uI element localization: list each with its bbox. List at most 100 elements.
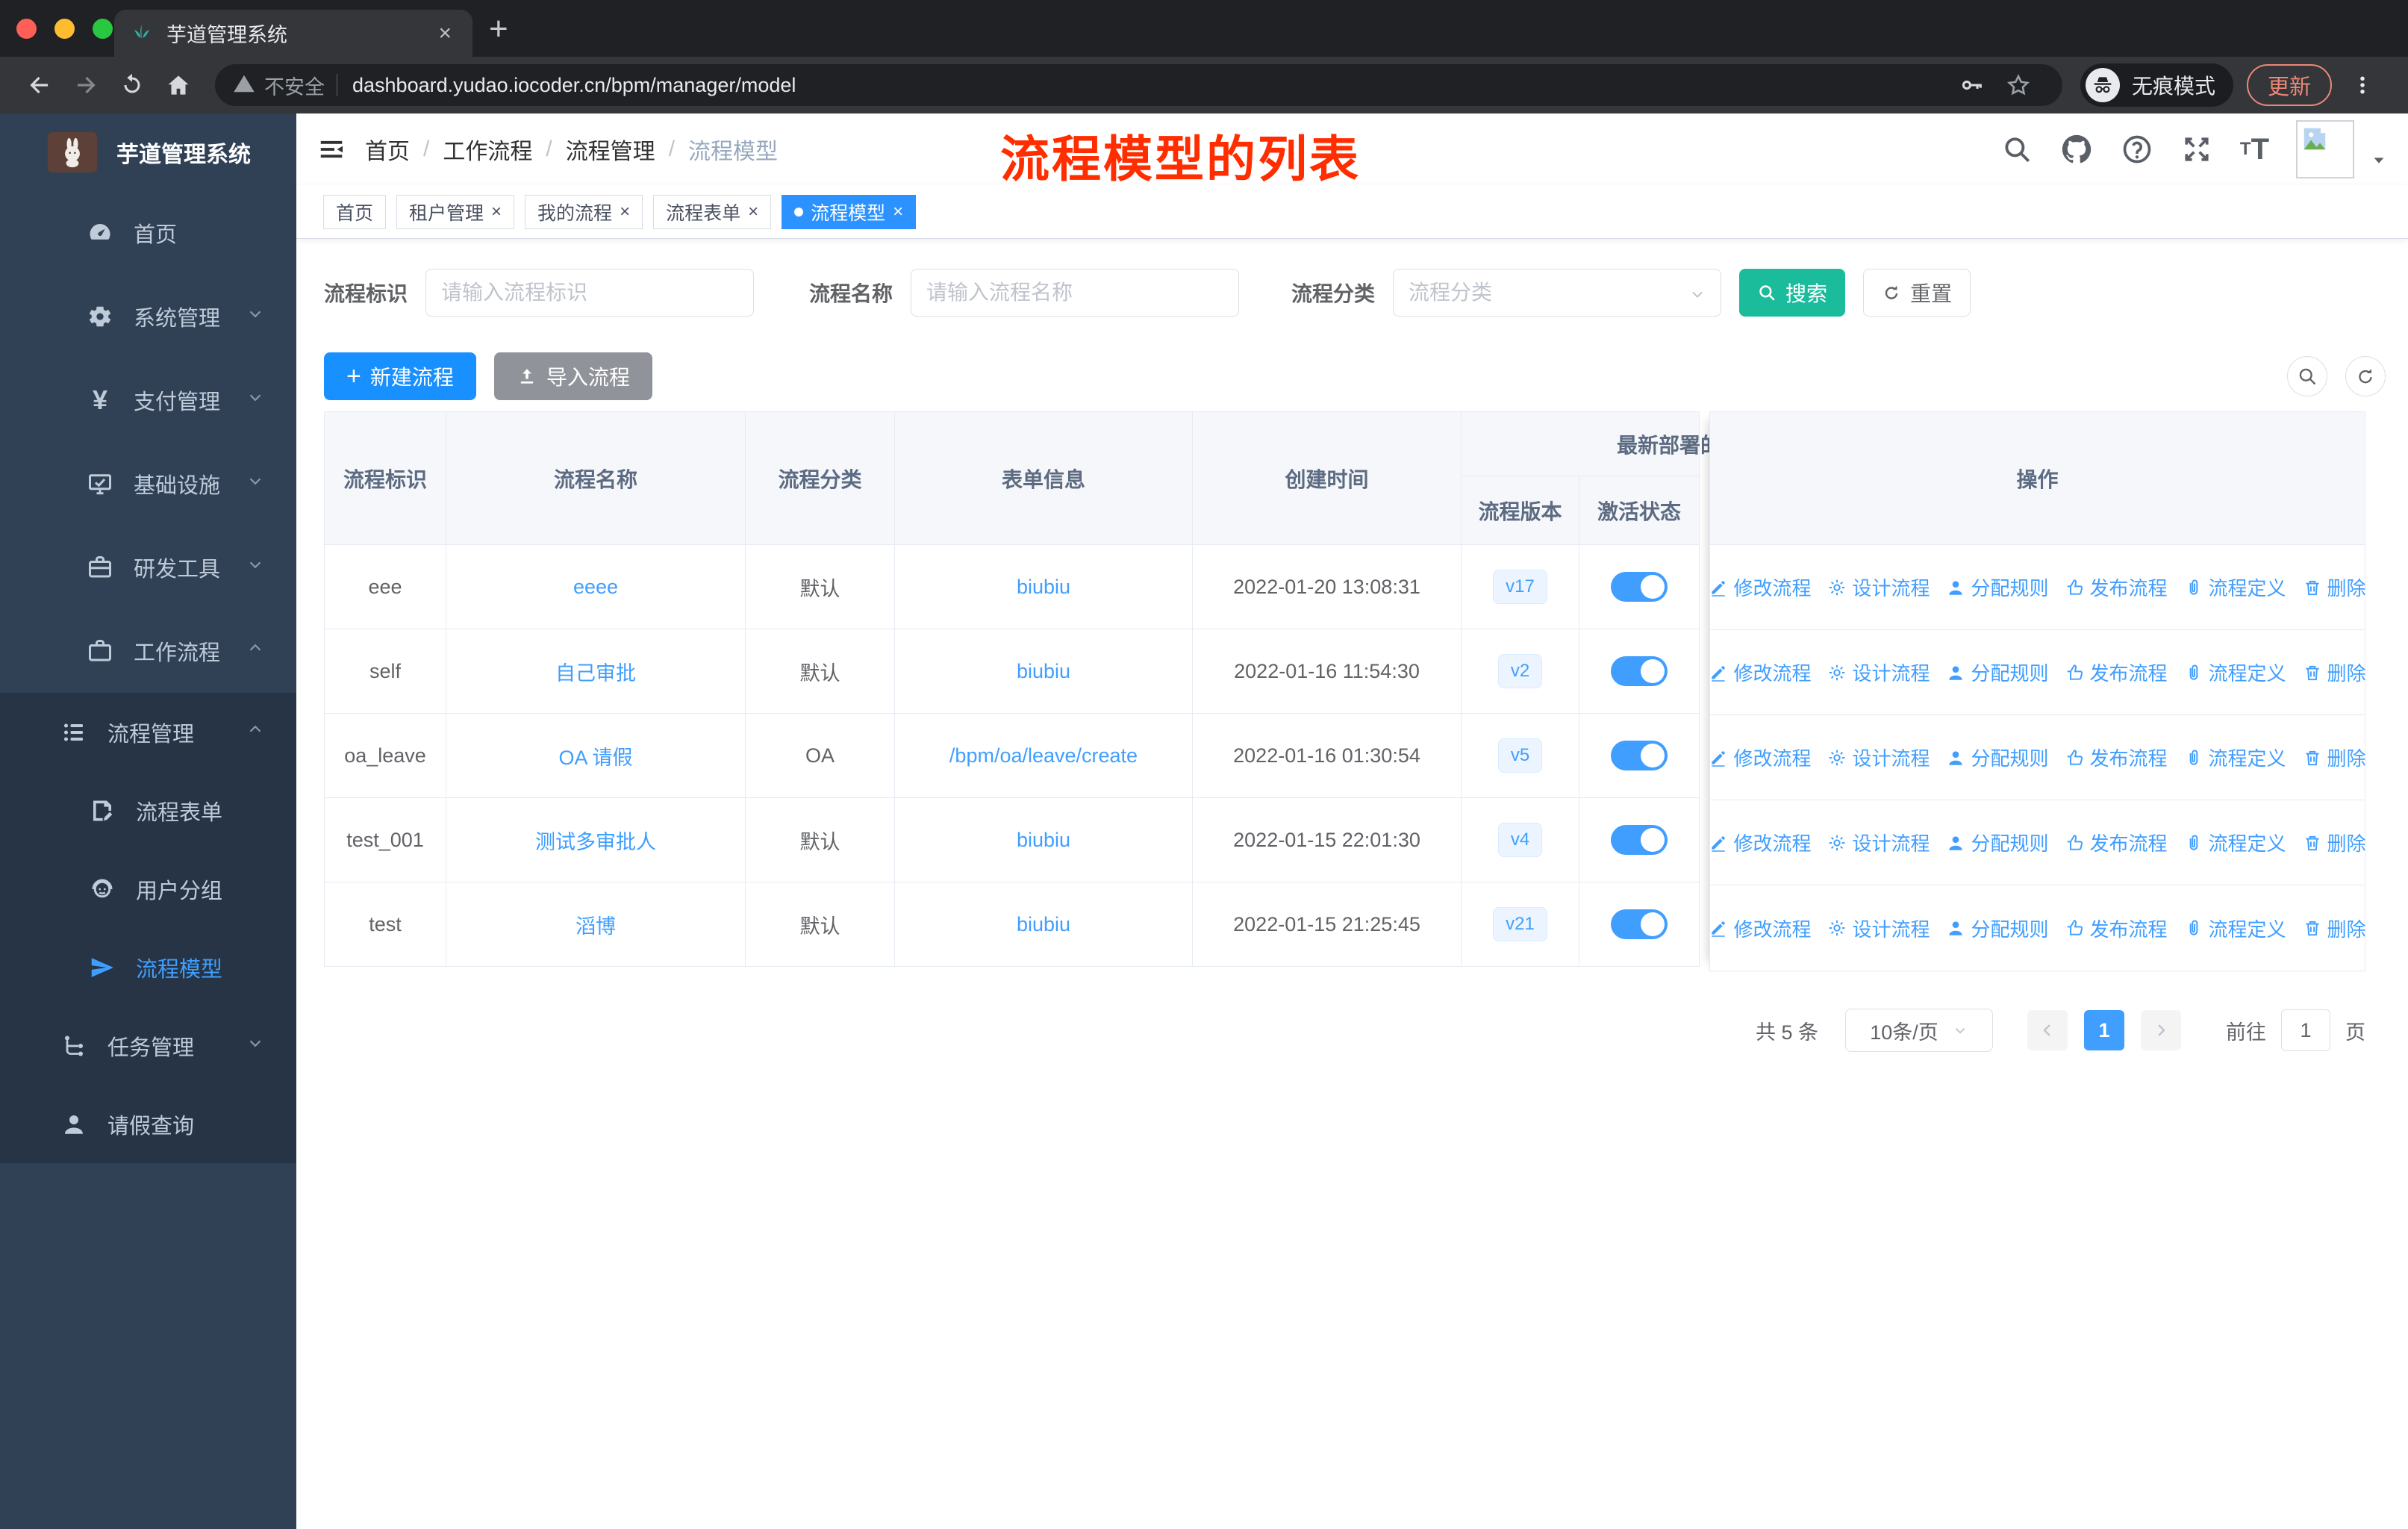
edit-action-link[interactable]: 修改流程	[1709, 829, 1811, 856]
tag-home[interactable]: 首页	[323, 194, 387, 229]
process-name-link[interactable]: 测试多审批人	[535, 831, 656, 853]
active-toggle[interactable]	[1611, 741, 1668, 770]
active-toggle[interactable]	[1611, 656, 1668, 686]
delete-action-link[interactable]: 删除	[2303, 744, 2366, 771]
edit-action-link[interactable]: 修改流程	[1709, 573, 1811, 601]
definition-action-link[interactable]: 流程定义	[2184, 658, 2286, 686]
goto-page-input[interactable]	[2281, 1009, 2330, 1051]
form-info-link[interactable]: biubiu	[1017, 660, 1070, 682]
sidebar-item-devtools[interactable]: 研发工具	[0, 526, 296, 609]
process-name-link[interactable]: 自己审批	[555, 662, 636, 685]
publish-action-link[interactable]: 发布流程	[2065, 829, 2168, 856]
sidebar-item-task-management[interactable]: 任务管理	[0, 1006, 296, 1085]
refresh-icon[interactable]	[2345, 356, 2386, 396]
close-icon[interactable]: ×	[893, 202, 903, 221]
sidebar-item-infrastructure[interactable]: 基础设施	[0, 442, 296, 526]
publish-action-link[interactable]: 发布流程	[2065, 658, 2168, 686]
publish-action-link[interactable]: 发布流程	[2065, 915, 2168, 942]
definition-action-link[interactable]: 流程定义	[2184, 829, 2286, 856]
sidebar-logo-row[interactable]: 芋道管理系统	[0, 113, 296, 191]
edit-action-link[interactable]: 修改流程	[1709, 658, 1811, 686]
edit-action-link[interactable]: 修改流程	[1709, 744, 1811, 771]
definition-action-link[interactable]: 流程定义	[2184, 744, 2286, 771]
design-action-link[interactable]: 设计流程	[1827, 658, 1930, 686]
breadcrumb-workflow[interactable]: 工作流程	[443, 133, 532, 166]
tag-tenant-management[interactable]: 租户管理 ×	[396, 194, 515, 229]
page-number[interactable]: 1	[2084, 1010, 2124, 1050]
caret-down-icon[interactable]	[2371, 152, 2387, 172]
version-badge[interactable]: v2	[1497, 653, 1543, 689]
prev-page-button[interactable]	[2027, 1010, 2068, 1050]
process-name-link[interactable]: 滔博	[576, 915, 616, 938]
form-info-link[interactable]: biubiu	[1017, 829, 1070, 851]
assign-action-link[interactable]: 分配规则	[1946, 573, 2049, 601]
process-category-select-input[interactable]	[1393, 269, 1722, 317]
design-action-link[interactable]: 设计流程	[1827, 915, 1930, 942]
create-process-button[interactable]: + 新建流程	[324, 352, 476, 400]
publish-action-link[interactable]: 发布流程	[2065, 744, 2168, 771]
process-name-link[interactable]: OA 请假	[558, 747, 632, 769]
sidebar-item-process-management[interactable]: 流程管理	[0, 693, 296, 771]
tag-process-form[interactable]: 流程表单 ×	[653, 194, 772, 229]
assign-action-link[interactable]: 分配规则	[1946, 915, 2049, 942]
definition-action-link[interactable]: 流程定义	[2184, 915, 2286, 942]
close-window-button[interactable]	[16, 19, 37, 39]
browser-tab[interactable]: 芋道管理系统 ×	[114, 10, 472, 57]
version-badge[interactable]: v4	[1497, 822, 1543, 858]
delete-action-link[interactable]: 删除	[2303, 829, 2366, 856]
maximize-window-button[interactable]	[93, 19, 113, 39]
fullscreen-icon[interactable]	[2180, 133, 2213, 166]
tag-my-process[interactable]: 我的流程 ×	[525, 194, 643, 229]
design-action-link[interactable]: 设计流程	[1827, 744, 1930, 771]
active-toggle[interactable]	[1611, 909, 1668, 939]
version-badge[interactable]: v21	[1493, 906, 1547, 942]
sidebar-item-system[interactable]: 系统管理	[0, 275, 296, 358]
new-tab-button[interactable]: +	[489, 10, 508, 48]
delete-action-link[interactable]: 删除	[2303, 915, 2366, 942]
sidebar-item-process-form[interactable]: 流程表单	[0, 771, 296, 850]
font-size-icon[interactable]: TT	[2240, 133, 2269, 166]
sidebar-item-leave-query[interactable]: 请假查询	[0, 1085, 296, 1163]
sidebar-item-process-model[interactable]: 流程模型	[0, 928, 296, 1006]
process-name-input[interactable]	[911, 269, 1240, 317]
design-action-link[interactable]: 设计流程	[1827, 573, 1930, 601]
home-icon[interactable]	[158, 65, 199, 105]
forward-icon[interactable]	[66, 65, 106, 105]
assign-action-link[interactable]: 分配规则	[1946, 829, 2049, 856]
assign-action-link[interactable]: 分配规则	[1946, 658, 2049, 686]
next-page-button[interactable]	[2141, 1010, 2181, 1050]
update-button[interactable]: 更新	[2246, 64, 2332, 106]
breadcrumb-home[interactable]: 首页	[365, 133, 410, 166]
definition-action-link[interactable]: 流程定义	[2184, 573, 2286, 601]
menu-dots-icon[interactable]	[2342, 65, 2383, 105]
sidebar-item-home[interactable]: 首页	[0, 191, 296, 275]
minimize-window-button[interactable]	[54, 19, 75, 39]
form-info-link[interactable]: /bpm/oa/leave/create	[949, 744, 1138, 767]
tag-process-model[interactable]: 流程模型 ×	[782, 194, 917, 229]
close-icon[interactable]: ×	[620, 202, 630, 221]
process-id-input[interactable]	[425, 269, 755, 317]
version-badge[interactable]: v5	[1497, 738, 1543, 773]
key-icon[interactable]	[1952, 65, 1992, 105]
reload-icon[interactable]	[112, 65, 152, 105]
version-badge[interactable]: v17	[1493, 569, 1547, 605]
avatar[interactable]	[2296, 120, 2354, 178]
help-icon[interactable]	[2121, 133, 2153, 166]
design-action-link[interactable]: 设计流程	[1827, 829, 1930, 856]
active-toggle[interactable]	[1611, 825, 1668, 855]
import-process-button[interactable]: 导入流程	[493, 352, 652, 400]
sidebar-item-payment[interactable]: ¥ 支付管理	[0, 358, 296, 442]
assign-action-link[interactable]: 分配规则	[1946, 744, 2049, 771]
close-icon[interactable]: ×	[748, 202, 758, 221]
sidebar-item-user-group[interactable]: 用户分组	[0, 850, 296, 928]
tab-close-icon[interactable]: ×	[434, 21, 456, 46]
github-icon[interactable]	[2059, 132, 2094, 166]
process-name-link[interactable]: eeee	[573, 576, 618, 598]
delete-action-link[interactable]: 删除	[2303, 658, 2366, 686]
process-category-select[interactable]	[1393, 269, 1722, 317]
form-info-link[interactable]: biubiu	[1017, 576, 1070, 598]
reset-button[interactable]: 重置	[1863, 269, 1971, 317]
breadcrumb-process-management[interactable]: 流程管理	[566, 133, 655, 166]
page-size-select[interactable]: 10条/页	[1845, 1009, 1993, 1052]
search-button[interactable]: 搜索	[1739, 269, 1846, 317]
